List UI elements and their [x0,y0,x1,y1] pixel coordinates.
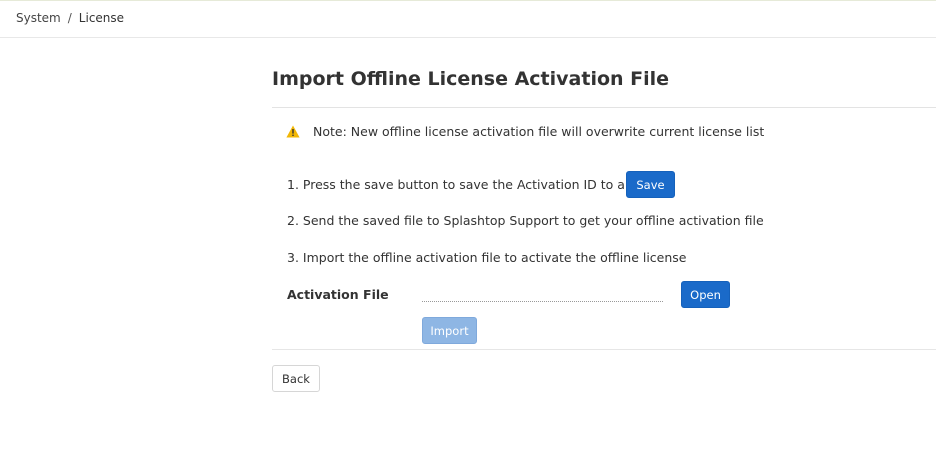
warning-icon [286,125,300,138]
note-text: Note: New offline license activation fil… [313,124,765,139]
breadcrumb-item-license: License [78,11,125,25]
breadcrumb-item-system[interactable]: System [16,11,61,25]
note-banner: Note: New offline license activation fil… [286,124,764,139]
title-divider [272,107,936,108]
step-2-text: 2. Send the saved file to Splashtop Supp… [287,213,764,228]
activation-file-label: Activation File [287,287,389,302]
save-button[interactable]: Save [626,171,675,198]
activation-file-input[interactable] [422,285,663,302]
open-button[interactable]: Open [681,281,730,308]
step-1-text: 1. Press the save button to save the Act… [287,177,648,192]
import-button[interactable]: Import [422,317,477,344]
step-3-text: 3. Import the offline activation file to… [287,250,687,265]
breadcrumb-separator: / [67,11,72,25]
back-button[interactable]: Back [272,365,320,392]
top-border [0,0,936,1]
page-title: Import Offline License Activation File [272,68,670,90]
breadcrumb: System / License [16,11,124,25]
header-divider [0,37,936,38]
bottom-divider [272,349,936,350]
